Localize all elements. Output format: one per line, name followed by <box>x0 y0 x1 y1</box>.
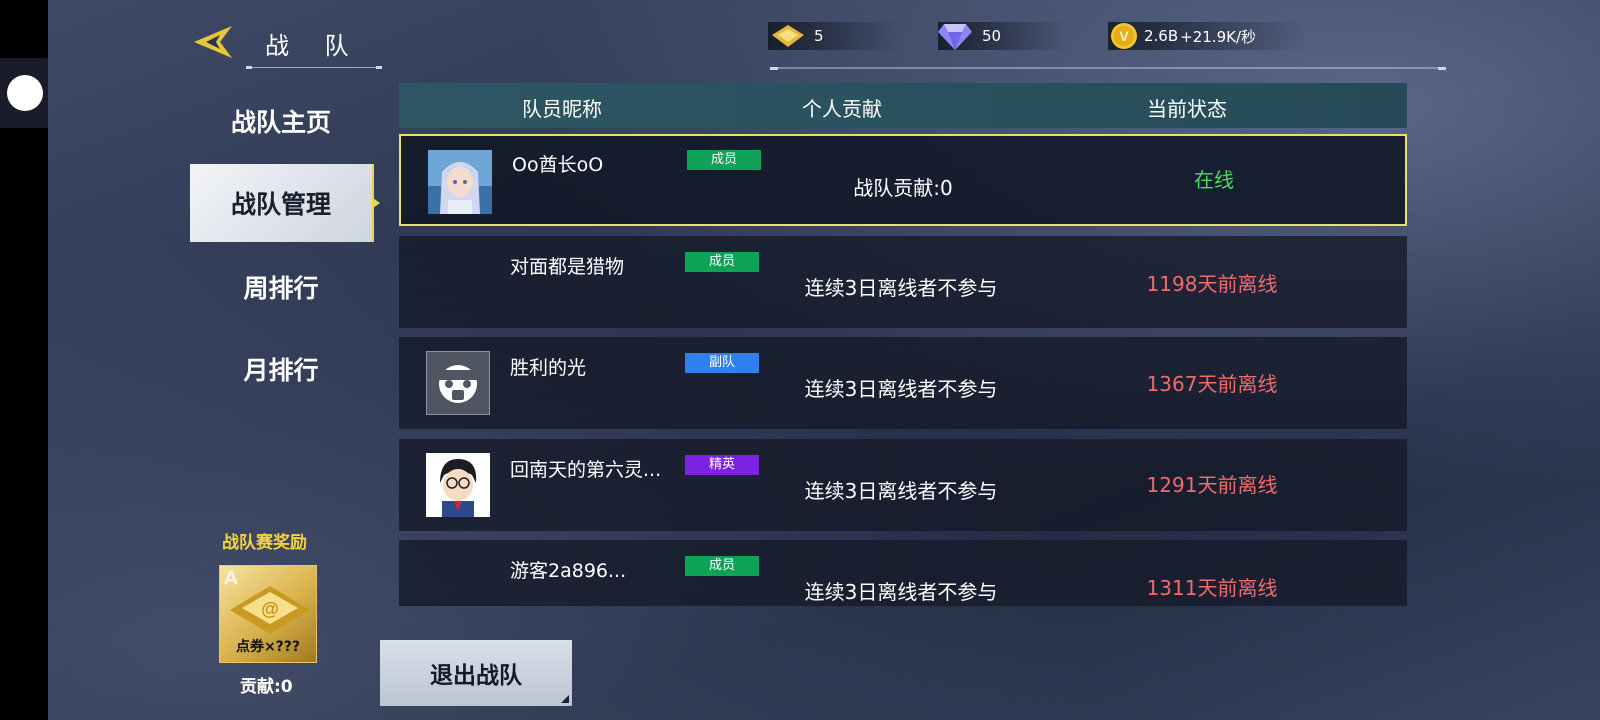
member-contribution: 连续3日离线者不参与 <box>804 377 998 401</box>
reward-label: 点券×??? <box>235 639 301 655</box>
table-row[interactable]: 回南天的第六灵... 精英 连续3日离线者不参与 1291天前离线 <box>399 439 1407 531</box>
exit-team-label: 退出战队 <box>430 663 522 689</box>
svg-text:V: V <box>1119 28 1129 44</box>
header-contribution: 个人贡献 <box>802 97 882 121</box>
page-title: 战 队 <box>265 32 363 60</box>
member-status: 1291天前离线 <box>1146 473 1278 497</box>
member-status: 1198天前离线 <box>1146 272 1278 296</box>
diamond-value: 50 <box>982 27 1002 45</box>
tab-label: 周排行 <box>243 274 319 303</box>
detective-avatar-icon <box>426 453 490 517</box>
assistant-ball-icon <box>7 75 43 111</box>
gold-rate: +21.9K/秒 <box>1180 27 1257 46</box>
role-badge: 成员 <box>687 150 761 170</box>
table-row[interactable]: Oo酋长oO 成员 战队贡献:0 在线 <box>399 134 1407 226</box>
tab-label: 月排行 <box>243 356 319 385</box>
gas-mask-avatar-icon <box>427 352 489 414</box>
role-badge: 副队 <box>685 353 759 373</box>
active-indicator-icon <box>373 198 380 208</box>
member-status: 1311天前离线 <box>1146 576 1278 600</box>
table-row[interactable]: 胜利的光 副队 连续3日离线者不参与 1367天前离线 <box>399 337 1407 429</box>
member-name: Oo酋长oO <box>512 154 604 176</box>
member-status: 1367天前离线 <box>1146 372 1278 396</box>
coupon-icon <box>772 25 804 47</box>
member-contribution: 连续3日离线者不参与 <box>804 580 998 604</box>
member-table-header: 队员昵称 个人贡献 当前状态 <box>399 83 1407 128</box>
member-contribution: 战队贡献:0 <box>853 176 953 200</box>
reward-item[interactable]: A @ 点券×??? <box>219 565 317 663</box>
exit-team-button[interactable]: 退出战队 <box>380 640 572 706</box>
svg-text:@: @ <box>261 599 279 619</box>
member-contribution: 连续3日离线者不参与 <box>804 276 998 300</box>
role-badge: 精英 <box>685 455 759 475</box>
coupon-counter[interactable]: 5 <box>768 22 824 50</box>
tab-weekly-ranking[interactable]: 周排行 <box>190 248 372 326</box>
member-name: 胜利的光 <box>510 357 587 379</box>
gold-counter[interactable]: V 2.6B +21.9K/秒 <box>1110 22 1256 50</box>
avatar[interactable] <box>426 351 490 415</box>
resource-underline <box>770 67 1446 70</box>
team-screen: 战 队 5 50 V 2.6B +21.9K/秒 战队主页 战队管理 周排行 月… <box>48 0 1600 720</box>
avatar[interactable] <box>428 150 492 214</box>
member-contribution: 连续3日离线者不参与 <box>804 479 998 503</box>
gold-value: 2.6B <box>1144 27 1179 45</box>
back-button[interactable] <box>192 24 234 60</box>
corner-mark-icon <box>561 695 569 703</box>
tab-team-home[interactable]: 战队主页 <box>190 82 372 160</box>
role-badge: 成员 <box>685 556 759 576</box>
header-status: 当前状态 <box>1147 97 1227 121</box>
table-row[interactable]: 对面都是猎物 成员 连续3日离线者不参与 1198天前离线 <box>399 236 1407 328</box>
member-status: 在线 <box>1194 168 1234 192</box>
table-row[interactable]: 游客2a896... 成员 连续3日离线者不参与 1311天前离线 <box>399 540 1407 606</box>
back-arrow-icon <box>194 26 232 58</box>
tab-label: 战队主页 <box>230 108 331 137</box>
diamond-icon <box>938 24 972 50</box>
title-underline <box>246 66 382 69</box>
role-badge: 成员 <box>685 252 759 272</box>
member-name: 游客2a896... <box>510 560 627 582</box>
header-nickname: 队员昵称 <box>522 97 602 121</box>
tab-team-management[interactable]: 战队管理 <box>190 164 380 242</box>
coupon-value: 5 <box>814 27 824 45</box>
coupon-icon: @ <box>230 586 310 634</box>
anime-girl-avatar-icon <box>428 150 492 214</box>
avatar[interactable] <box>426 453 490 517</box>
tab-monthly-ranking[interactable]: 月排行 <box>190 330 372 408</box>
member-name: 回南天的第六灵... <box>510 459 662 481</box>
gold-coin-icon: V <box>1111 23 1137 49</box>
member-name: 对面都是猎物 <box>510 256 625 278</box>
diamond-counter[interactable]: 50 <box>936 22 1001 50</box>
tab-label: 战队管理 <box>230 190 331 219</box>
reward-contribution: 贡献:0 <box>240 677 293 697</box>
reward-title: 战队赛奖励 <box>222 533 307 553</box>
